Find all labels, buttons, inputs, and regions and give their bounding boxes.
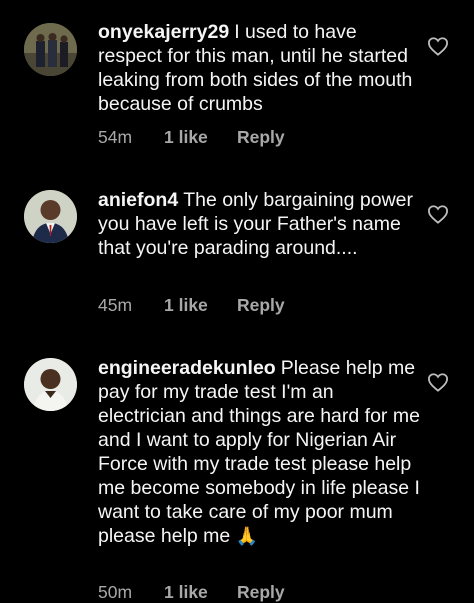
comment-item: engineeradekunleo Please help me pay for … [0, 338, 474, 602]
comment-item: aniefon4 The only bargaining power you ha… [0, 170, 474, 330]
comment-time: 54m [98, 126, 133, 147]
comment-username[interactable]: engineeradekunleo [98, 357, 276, 379]
heart-outline-icon[interactable] [427, 372, 449, 392]
comment-time: 45m [98, 294, 133, 315]
avatar[interactable] [24, 23, 77, 76]
comment-item: onyekajerry29 I used to have respect for … [0, 0, 474, 160]
avatar-photo [24, 358, 77, 411]
comment-likes[interactable]: 1 like [164, 582, 237, 603]
comment-body: aniefon4 The only bargaining power you ha… [98, 188, 420, 260]
comment-text: Please help me pay for my trade test I'm… [98, 357, 420, 547]
comment-likes[interactable]: 1 like [164, 295, 237, 316]
heart-outline-icon[interactable] [427, 36, 449, 56]
avatar[interactable] [24, 190, 77, 243]
comment-meta: 45m 1 like Reply [98, 294, 285, 316]
comment-meta: 50m 1 like Reply [98, 581, 285, 603]
avatar-photo [24, 23, 77, 76]
comment-time: 50m [98, 581, 133, 602]
reply-button[interactable]: Reply [237, 127, 285, 148]
reply-button[interactable]: Reply [237, 582, 285, 603]
heart-outline-icon[interactable] [427, 204, 449, 224]
comment-likes[interactable]: 1 like [164, 127, 237, 148]
reply-button[interactable]: Reply [237, 295, 285, 316]
comment-username[interactable]: onyekajerry29 [98, 21, 229, 43]
comment-body: onyekajerry29 I used to have respect for … [98, 20, 420, 116]
avatar-photo [24, 190, 77, 243]
praying-hands-emoji: 🙏 [235, 526, 259, 546]
comment-username[interactable]: aniefon4 [98, 189, 178, 211]
comment-meta: 54m 1 like Reply [98, 126, 285, 148]
avatar[interactable] [24, 358, 77, 411]
comment-body: engineeradekunleo Please help me pay for … [98, 356, 420, 548]
